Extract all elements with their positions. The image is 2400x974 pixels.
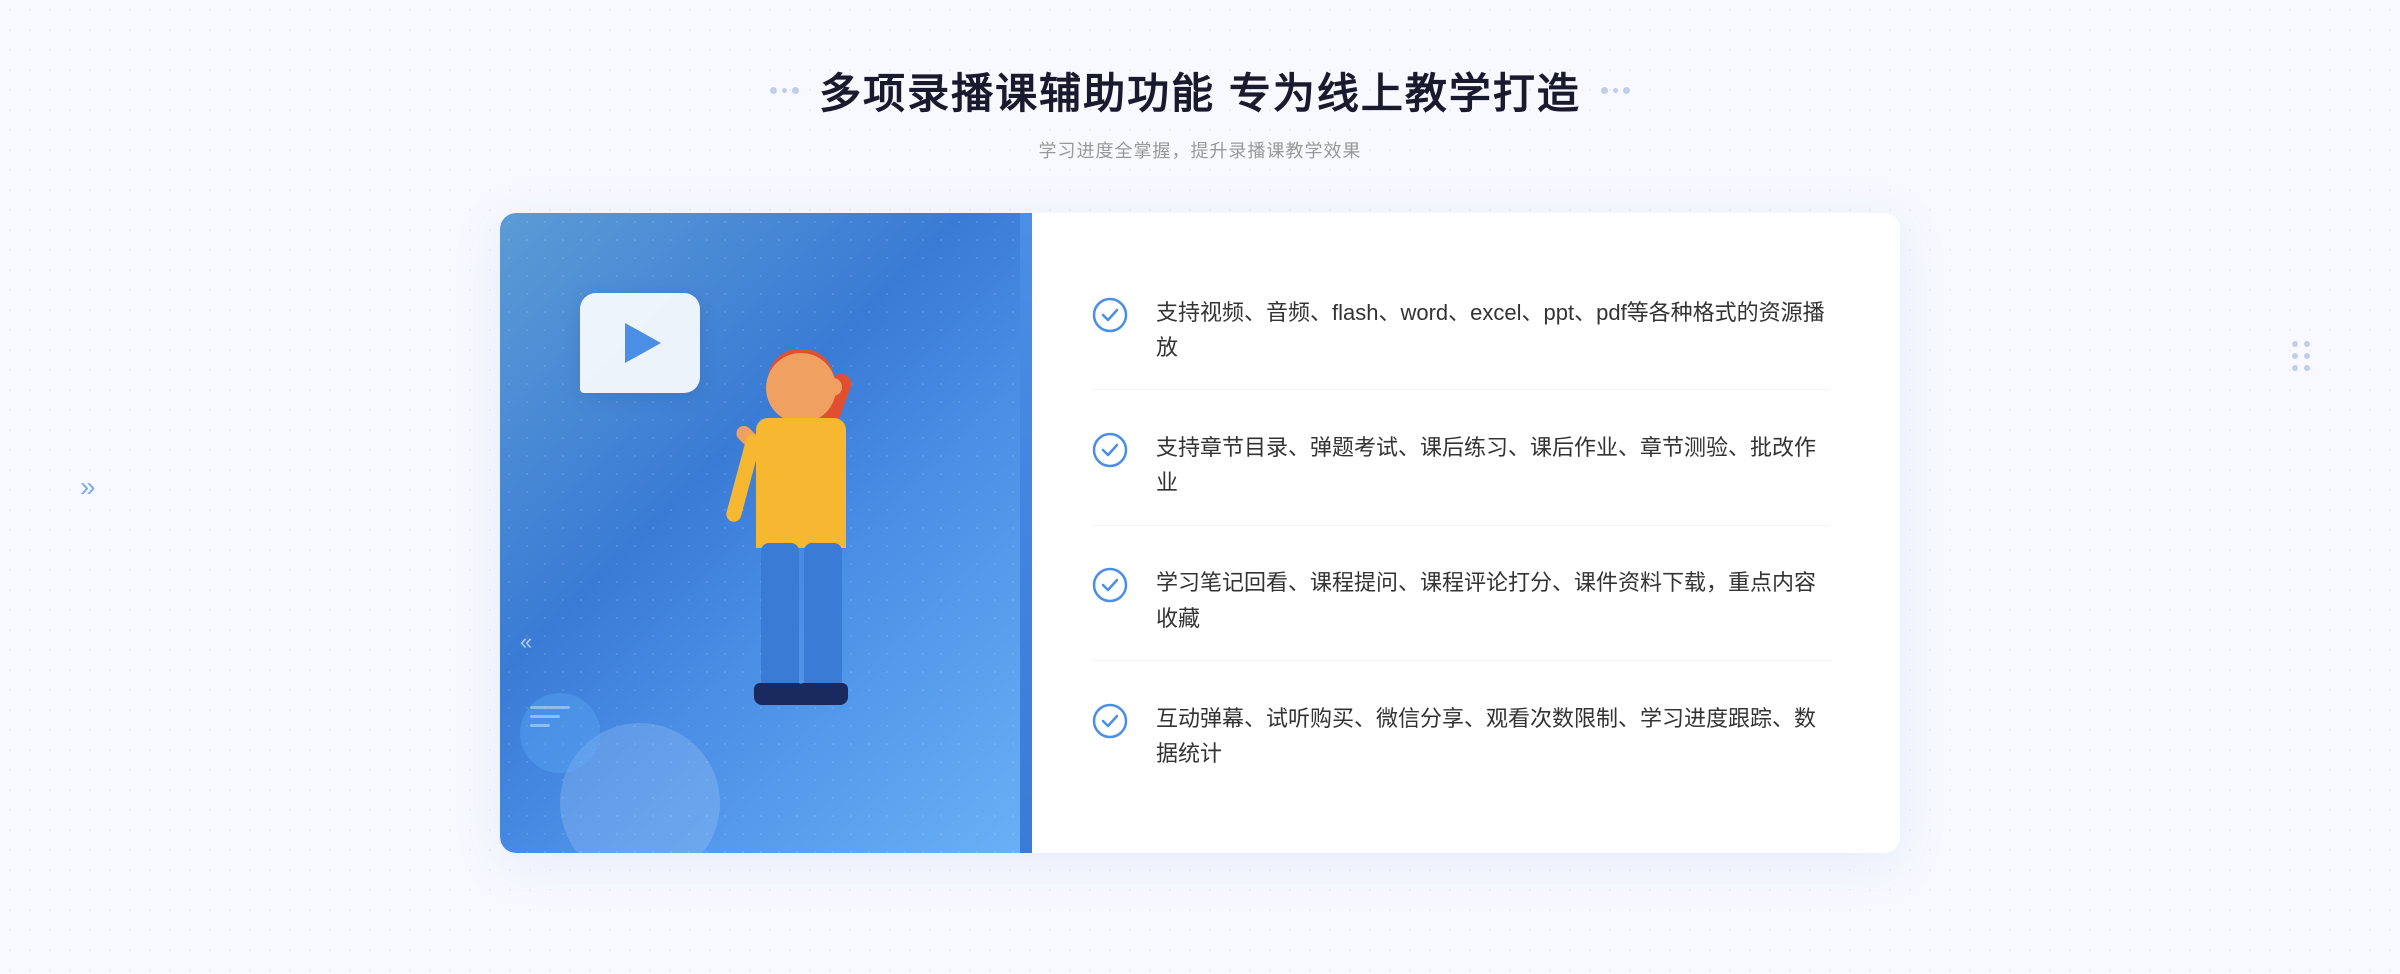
title-dots-right	[1601, 87, 1630, 94]
page-container: » 多项录播课辅助功能 专为线上教学打造 学习进度全掌握，提升录播课教学效果	[0, 0, 2400, 974]
check-icon-4	[1092, 703, 1128, 739]
deco-chevrons: «	[520, 631, 532, 653]
feature-item-2: 支持章节目录、弹题考试、课后练习、课后作业、章节测验、批改作业	[1092, 406, 1830, 525]
right-dots-decoration	[2292, 341, 2310, 371]
check-icon-2	[1092, 432, 1128, 468]
deco-circle-small	[520, 693, 600, 773]
check-icon-3	[1092, 567, 1128, 603]
main-title: 多项录播课辅助功能 专为线上教学打造	[819, 60, 1581, 121]
leg-left	[761, 543, 799, 693]
dot-4	[2304, 353, 2310, 359]
dot-1	[2292, 341, 2298, 347]
hand-right	[824, 378, 842, 396]
feature-item-3: 学习笔记回看、课程提问、课程评论打分、课件资料下载，重点内容收藏	[1092, 541, 1830, 660]
left-illustration-panel: «	[500, 213, 1020, 853]
feature-text-3: 学习笔记回看、课程提问、课程评论打分、课件资料下载，重点内容收藏	[1156, 565, 1830, 635]
feature-text-1: 支持视频、音频、flash、word、excel、ppt、pdf等各种格式的资源…	[1156, 295, 1830, 365]
content-section: « 支持视频、音频、flash、word、excel、ppt、pdf等各种格式的…	[500, 213, 1900, 853]
feature-item-1: 支持视频、音频、flash、word、excel、ppt、pdf等各种格式的资源…	[1092, 271, 1830, 390]
feature-item-4: 互动弹幕、试听购买、微信分享、观看次数限制、学习进度跟踪、数据统计	[1092, 677, 1830, 795]
play-icon	[625, 323, 661, 363]
chevron-icon-1: «	[520, 631, 532, 653]
dot-3	[2292, 353, 2298, 359]
feature-text-2: 支持章节目录、弹题考试、课后练习、课后作业、章节测验、批改作业	[1156, 430, 1830, 500]
body-torso	[756, 418, 846, 548]
dot-5	[2292, 365, 2298, 371]
features-panel: 支持视频、音频、flash、word、excel、ppt、pdf等各种格式的资源…	[1032, 213, 1900, 853]
chevron-left-icon: »	[80, 470, 96, 504]
feature-text-4: 互动弹幕、试听购买、微信分享、观看次数限制、学习进度跟踪、数据统计	[1156, 701, 1830, 771]
header-section: 多项录播课辅助功能 专为线上教学打造 学习进度全掌握，提升录播课教学效果	[770, 60, 1630, 163]
shoe-right	[798, 683, 848, 705]
title-dots-left	[770, 87, 799, 94]
title-row: 多项录播课辅助功能 专为线上教学打造	[770, 60, 1630, 121]
leg-right	[804, 543, 842, 693]
accent-bar	[1020, 213, 1032, 853]
left-arrow-decoration: »	[80, 470, 96, 504]
shoe-left	[754, 683, 804, 705]
person-illustration	[676, 333, 956, 853]
check-icon-1	[1092, 297, 1128, 333]
dot-2	[2304, 341, 2310, 347]
dot-6	[2304, 365, 2310, 371]
subtitle: 学习进度全掌握，提升录播课教学效果	[770, 137, 1630, 163]
right-panel-wrapper: 支持视频、音频、flash、word、excel、ppt、pdf等各种格式的资源…	[1020, 213, 1900, 853]
